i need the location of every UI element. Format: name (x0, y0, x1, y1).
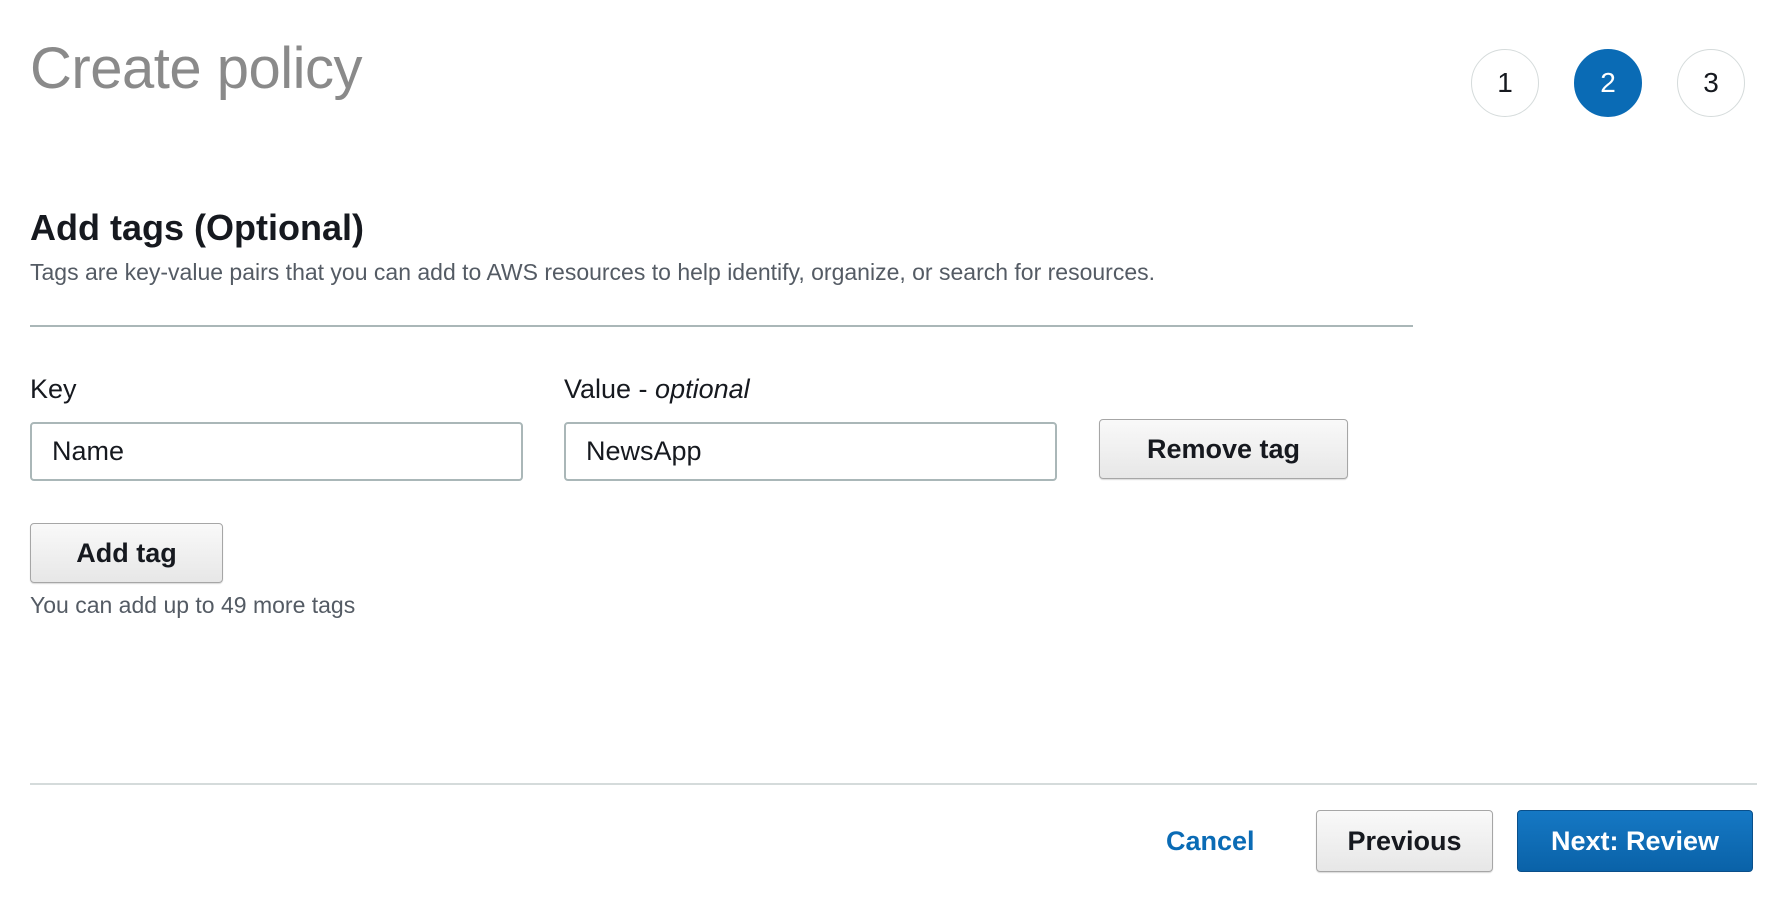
section-heading: Add tags (Optional) (30, 207, 364, 248)
footer-divider (30, 783, 1757, 785)
cancel-button[interactable]: Cancel (1166, 823, 1255, 859)
next-review-button[interactable]: Next: Review (1517, 810, 1753, 872)
value-label: Value - optional (564, 372, 750, 406)
step-indicator: 1 2 3 (1471, 49, 1745, 117)
section-description: Tags are key-value pairs that you can ad… (30, 259, 1156, 285)
section-divider (30, 325, 1413, 327)
value-label-text: Value - (564, 374, 656, 404)
create-policy-page: Create policy 1 2 3 Add tags (Optional) … (0, 0, 1786, 912)
remove-tag-button[interactable]: Remove tag (1099, 419, 1348, 479)
tag-key-input[interactable] (30, 422, 523, 481)
step-3: 3 (1677, 49, 1745, 117)
tag-limit-helper: You can add up to 49 more tags (30, 592, 356, 618)
tag-value-input[interactable] (564, 422, 1057, 481)
previous-button[interactable]: Previous (1316, 810, 1493, 872)
step-1: 1 (1471, 49, 1539, 117)
page-title: Create policy (30, 36, 362, 101)
step-2-current: 2 (1574, 49, 1642, 117)
value-label-optional: optional (655, 374, 750, 404)
add-tag-button[interactable]: Add tag (30, 523, 223, 583)
key-label: Key (30, 374, 77, 404)
